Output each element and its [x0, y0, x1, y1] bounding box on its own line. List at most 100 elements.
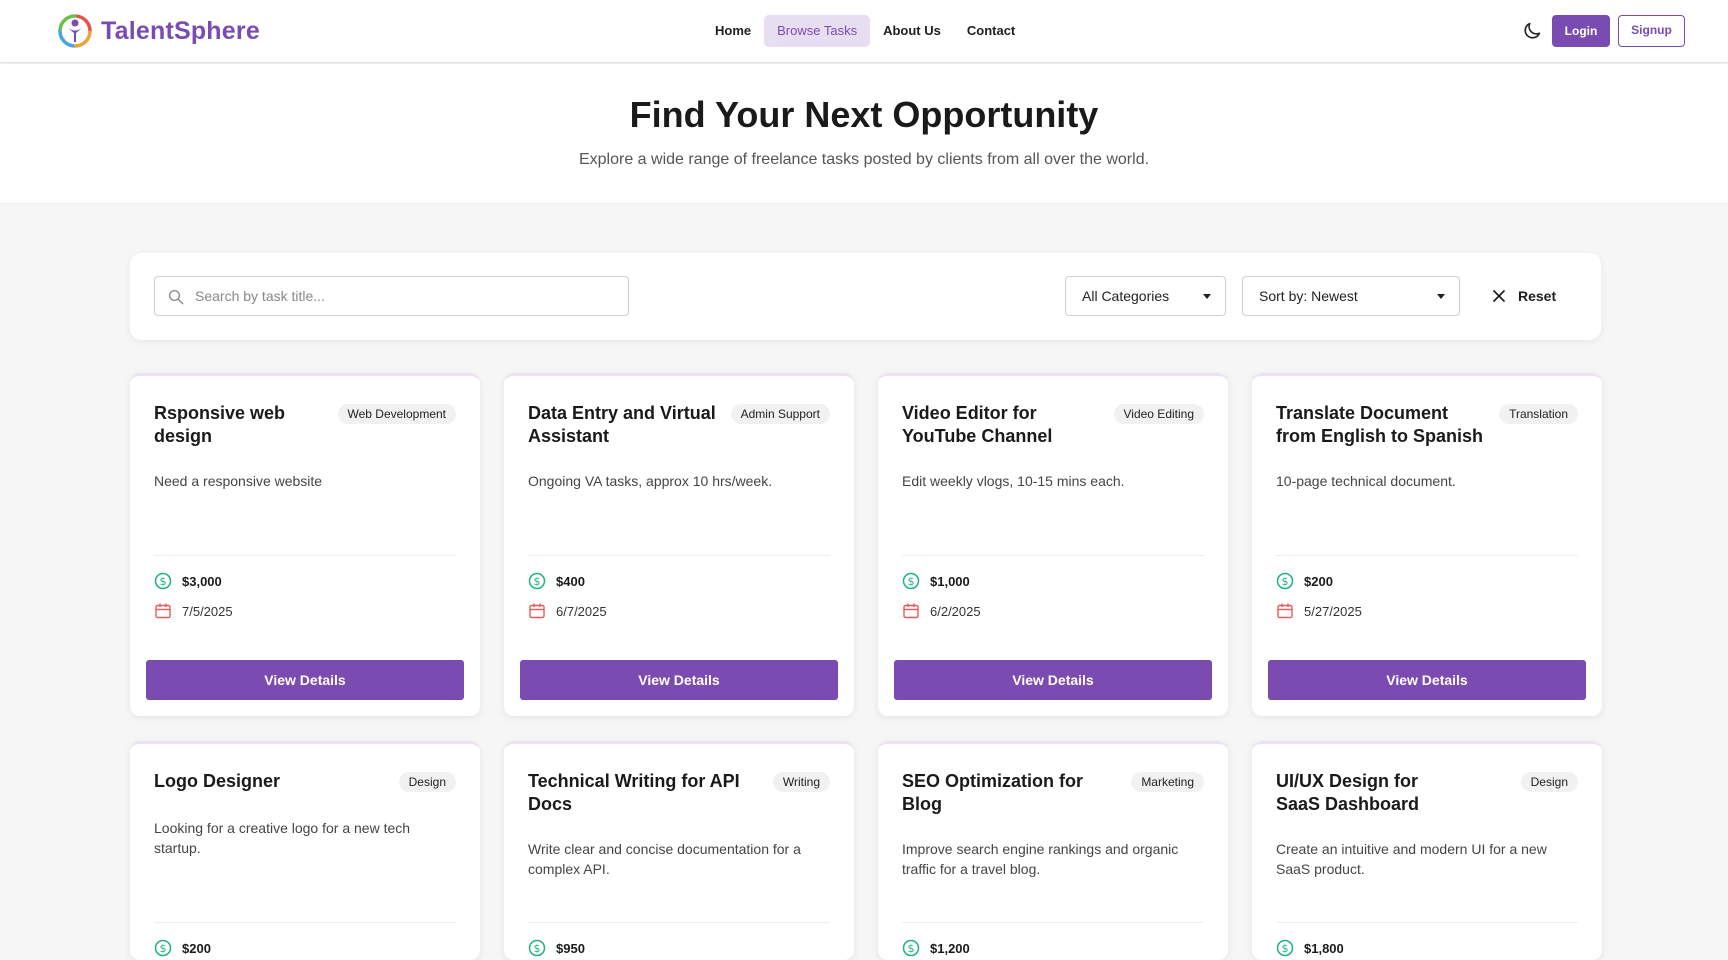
login-button[interactable]: Login [1552, 15, 1610, 47]
search-input[interactable] [195, 277, 615, 315]
moon-icon[interactable] [1521, 20, 1543, 42]
card-divider [154, 922, 456, 923]
budget-row: $ $950 [528, 939, 585, 957]
card-divider [1276, 922, 1578, 923]
budget-row: $ $1,200 [902, 939, 970, 957]
reset-button[interactable]: Reset [1492, 276, 1556, 316]
dollar-circle-icon: $ [1276, 572, 1294, 590]
task-description: Improve search engine rankings and organ… [902, 841, 1179, 877]
task-card: Rsponsive web design Web Development Nee… [130, 373, 480, 716]
svg-text:$: $ [534, 575, 541, 588]
dollar-circle-icon: $ [528, 572, 546, 590]
sort-select[interactable]: Sort by: Newest [1242, 276, 1460, 316]
search-icon [168, 289, 184, 305]
calendar-icon [903, 603, 919, 619]
budget-row: $ $1,800 [1276, 939, 1344, 957]
task-deadline: 7/5/2025 [182, 603, 233, 619]
nav-contact[interactable]: Contact [954, 15, 1028, 47]
dollar-circle-icon: $ [902, 572, 920, 590]
svg-text:$: $ [1282, 942, 1289, 955]
category-badge: Design [398, 772, 456, 792]
card-divider [154, 555, 456, 556]
task-card: SEO Optimization for Blog Marketing Impr… [878, 741, 1228, 960]
card-divider [528, 555, 830, 556]
view-details-button[interactable]: View Details [146, 660, 464, 700]
deadline-row: 7/5/2025 [154, 602, 233, 620]
main-nav: Home Browse Tasks About Us Contact [702, 15, 1028, 47]
search-box [154, 276, 629, 316]
signup-button[interactable]: Signup [1618, 15, 1685, 47]
deadline-row: 6/2/2025 [902, 602, 981, 620]
logo-icon [58, 14, 92, 48]
dollar-circle-icon: $ [154, 572, 172, 590]
category-select[interactable]: All Categories [1065, 276, 1226, 316]
page-title: Find Your Next Opportunity [629, 94, 1099, 135]
calendar-icon [529, 603, 545, 619]
calendar-icon [155, 603, 171, 619]
hero-section: Find Your Next Opportunity Explore a wid… [0, 64, 1728, 204]
category-badge: Video Editing [1113, 404, 1204, 424]
task-card: Video Editor for YouTube Channel Video E… [878, 373, 1228, 716]
svg-text:$: $ [908, 942, 915, 955]
task-deadline: 6/2/2025 [930, 603, 981, 619]
category-badge: Translation [1499, 404, 1578, 424]
task-title: SEO Optimization for Blog [902, 771, 1084, 814]
task-budget: $1,200 [930, 940, 970, 956]
svg-text:$: $ [908, 575, 915, 588]
nav-home[interactable]: Home [702, 15, 764, 47]
task-description: Write clear and concise documentation fo… [528, 841, 801, 877]
chevron-down-icon [1203, 294, 1211, 299]
view-details-button[interactable]: View Details [894, 660, 1212, 700]
task-description: Edit weekly vlogs, 10-15 mins each. [902, 473, 1125, 489]
category-select-value: All Categories [1082, 288, 1170, 304]
dollar-circle-icon: $ [1276, 939, 1294, 957]
task-card: Technical Writing for API Docs Writing W… [504, 741, 854, 960]
card-divider [528, 922, 830, 923]
svg-text:$: $ [1282, 575, 1289, 588]
task-title: Rsponsive web design [154, 403, 286, 446]
task-title: Translate Document from English to Spani… [1276, 403, 1484, 446]
task-card: UI/UX Design for SaaS Dashboard Design C… [1252, 741, 1602, 960]
dollar-circle-icon: $ [154, 939, 172, 957]
category-badge: Web Development [337, 404, 456, 424]
task-title: UI/UX Design for SaaS Dashboard [1276, 771, 1420, 814]
sort-select-value: Sort by: Newest [1259, 288, 1358, 304]
task-card: Translate Document from English to Spani… [1252, 373, 1602, 716]
nav-about-us[interactable]: About Us [870, 15, 954, 47]
view-details-button[interactable]: View Details [520, 660, 838, 700]
task-deadline: 6/7/2025 [556, 603, 607, 619]
budget-row: $ $200 [1276, 572, 1333, 590]
budget-row: $ $200 [154, 939, 211, 957]
category-badge: Marketing [1131, 772, 1204, 792]
task-description: Need a responsive website [154, 473, 323, 489]
filter-bar: All Categories Sort by: Newest Reset [130, 253, 1601, 340]
dollar-circle-icon: $ [528, 939, 546, 957]
budget-row: $ $3,000 [154, 572, 222, 590]
task-budget: $950 [556, 940, 585, 956]
task-title: Video Editor for YouTube Channel [902, 403, 1053, 446]
budget-row: $ $1,000 [902, 572, 970, 590]
category-badge: Admin Support [730, 404, 830, 424]
task-card: Data Entry and Virtual Assistant Admin S… [504, 373, 854, 716]
category-badge: Writing [772, 772, 830, 792]
budget-row: $ $400 [528, 572, 585, 590]
deadline-row: 5/27/2025 [1276, 602, 1362, 620]
task-budget: $200 [182, 940, 211, 956]
chevron-down-icon [1437, 294, 1445, 299]
card-divider [1276, 555, 1578, 556]
category-badge: Design [1520, 772, 1578, 792]
task-title: Data Entry and Virtual Assistant [528, 403, 716, 446]
task-deadline: 5/27/2025 [1304, 603, 1362, 619]
task-description: Looking for a creative logo for a new te… [154, 820, 411, 856]
view-details-button[interactable]: View Details [1268, 660, 1586, 700]
close-icon [1493, 290, 1505, 302]
svg-text:$: $ [160, 942, 167, 955]
dollar-circle-icon: $ [902, 939, 920, 957]
svg-text:$: $ [534, 942, 541, 955]
brand-logo[interactable]: TalentSphere [57, 13, 260, 49]
page-subtitle: Explore a wide range of freelance tasks … [578, 151, 1150, 168]
task-budget: $3,000 [182, 573, 222, 589]
task-description: 10-page technical document. [1276, 473, 1456, 489]
nav-browse-tasks[interactable]: Browse Tasks [764, 15, 871, 47]
task-budget: $200 [1304, 573, 1333, 589]
